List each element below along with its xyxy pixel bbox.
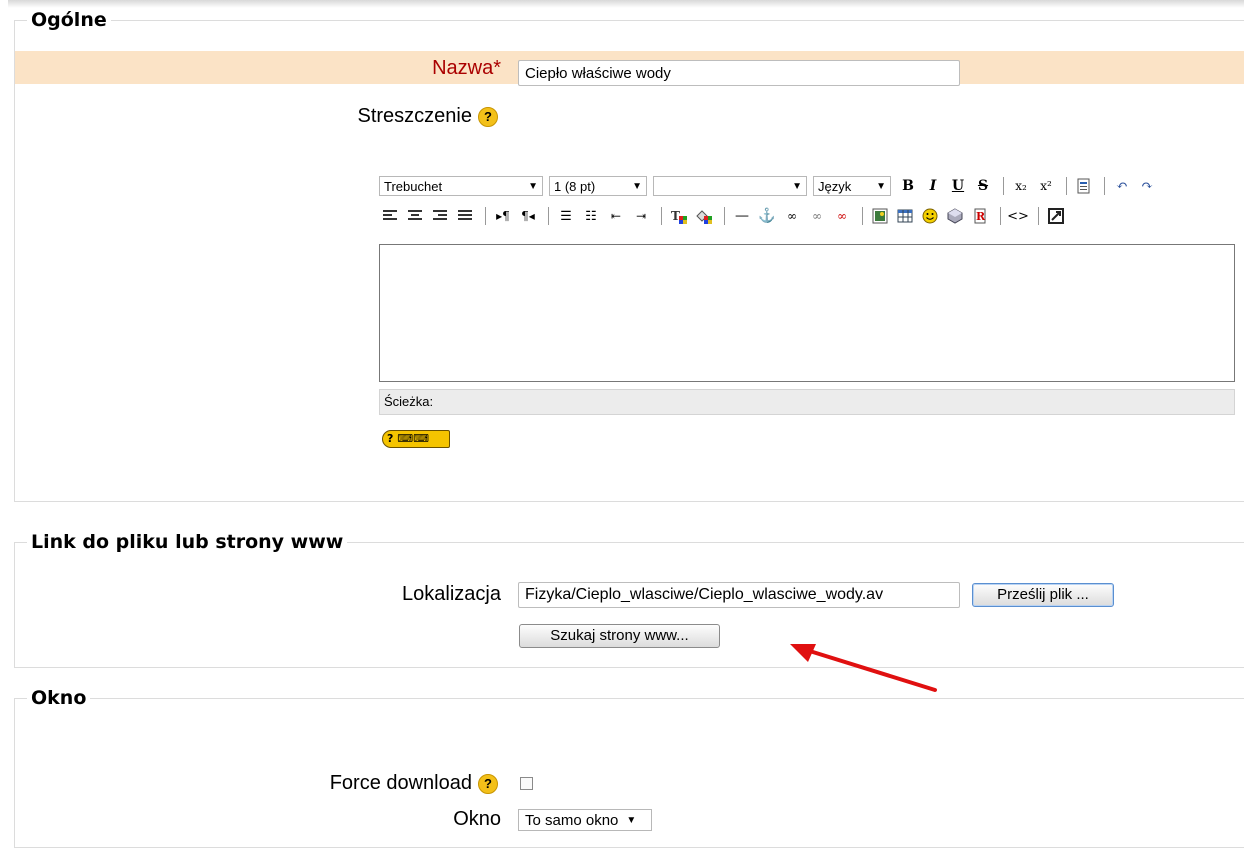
keyboard-icon[interactable]: ? ⌨⌨: [382, 430, 450, 448]
section-legend-general: Ogólne: [31, 9, 107, 31]
chevron-down-icon: ▼: [876, 180, 886, 192]
font-size-value: 1 (8 pt): [554, 178, 596, 194]
location-label-text: Lokalizacja: [402, 583, 501, 605]
language-value: Język: [818, 178, 852, 194]
anchor-icon[interactable]: ⚓: [756, 205, 778, 227]
search-replace-icon[interactable]: R: [969, 205, 991, 227]
summary-label-text: Streszczenie: [357, 105, 473, 127]
toolbar-separator: [548, 207, 549, 225]
section-legend-link: Link do pliku lub strony www: [31, 531, 344, 553]
editor-content-area[interactable]: [379, 244, 1235, 382]
smiley-icon[interactable]: [919, 205, 941, 227]
required-asterisk: *: [493, 57, 501, 79]
toolbar-separator: [1066, 177, 1067, 195]
rtl-icon[interactable]: ¶◂: [517, 205, 539, 227]
upload-file-button[interactable]: Prześlij plik ...: [972, 583, 1114, 607]
underline-icon[interactable]: U: [947, 175, 969, 197]
toolbar-separator: [1003, 177, 1004, 195]
search-web-button[interactable]: Szukaj strony www...: [519, 624, 720, 648]
strikethrough-icon[interactable]: S: [972, 175, 994, 197]
language-select[interactable]: Język ▼: [813, 176, 891, 196]
toolbar-row-2: ▸¶ ¶◂ ☰ ☷ ⇤ ⇥ T — ⚓ ∞ ∞ ∞ R <>: [379, 202, 1070, 230]
subscript-icon[interactable]: x₂: [1010, 175, 1032, 197]
format-select[interactable]: ▼: [653, 176, 807, 196]
upload-file-button-label: Prześlij plik ...: [997, 586, 1089, 603]
location-input[interactable]: [518, 582, 960, 608]
section-legend-window: Okno: [31, 687, 87, 709]
outdent-icon[interactable]: ⇤: [605, 205, 627, 227]
nolink-icon[interactable]: ∞: [831, 205, 853, 227]
font-family-value: Trebuchet: [384, 178, 443, 194]
force-download-checkbox[interactable]: [520, 777, 533, 790]
chevron-down-icon: ▼: [528, 180, 538, 192]
help-icon[interactable]: ?: [478, 773, 498, 794]
name-label-text: Nazwa: [432, 57, 494, 79]
toolbar-row-1: Trebuchet ▼ 1 (8 pt) ▼ ▼ Język ▼ B I U S x₂…: [379, 172, 1161, 200]
summary-label: Streszczenie?: [357, 105, 498, 128]
unordered-list-icon[interactable]: ☷: [580, 205, 602, 227]
horizontal-rule-icon[interactable]: —: [731, 205, 753, 227]
italic-icon[interactable]: I: [922, 175, 944, 197]
keyboard-help-text: ?: [387, 432, 394, 445]
window-label: Okno: [453, 808, 501, 831]
window-label-text: Okno: [453, 808, 501, 830]
indent-icon[interactable]: ⇥: [630, 205, 652, 227]
align-center-icon[interactable]: [404, 205, 426, 227]
editor-path-bar: Ścieżka:: [379, 389, 1235, 415]
chevron-down-icon: ▼: [632, 180, 642, 192]
toolbar-separator: [1000, 207, 1001, 225]
link-icon[interactable]: ∞: [781, 205, 803, 227]
path-label: Ścieżka:: [384, 394, 434, 409]
page-top-shadow: [8, 0, 1244, 8]
html-source-icon[interactable]: <>: [1007, 205, 1029, 227]
toolbar-separator: [485, 207, 486, 225]
location-label: Lokalizacja: [402, 583, 501, 606]
align-left-icon[interactable]: [379, 205, 401, 227]
image-icon[interactable]: [869, 205, 891, 227]
chevron-down-icon: ▼: [626, 814, 637, 826]
toolbar-separator: [1104, 177, 1105, 195]
search-web-button-label: Szukaj strony www...: [550, 627, 689, 644]
svg-text:T: T: [671, 209, 680, 223]
window-select[interactable]: To samo okno ▼: [518, 809, 652, 831]
font-family-select[interactable]: Trebuchet ▼: [379, 176, 543, 196]
name-label: Nazwa*: [432, 57, 501, 80]
bold-icon[interactable]: B: [897, 175, 919, 197]
svg-text:R: R: [976, 210, 986, 223]
paste-word-icon[interactable]: [1073, 175, 1095, 197]
unlink-icon[interactable]: ∞: [806, 205, 828, 227]
toolbar-separator: [862, 207, 863, 225]
text-color-icon[interactable]: T: [668, 205, 690, 227]
ordered-list-icon[interactable]: ☰: [555, 205, 577, 227]
justify-icon[interactable]: [454, 205, 476, 227]
redo-icon[interactable]: ↷: [1136, 175, 1158, 197]
window-select-value: To samo okno: [525, 811, 619, 829]
help-icon[interactable]: ?: [478, 106, 498, 127]
undo-icon[interactable]: ↶: [1111, 175, 1133, 197]
align-right-icon[interactable]: [429, 205, 451, 227]
force-download-label-text: Force download: [329, 772, 472, 794]
background-color-icon[interactable]: [693, 205, 715, 227]
special-char-icon[interactable]: [944, 205, 966, 227]
font-size-select[interactable]: 1 (8 pt) ▼: [549, 176, 647, 196]
toolbar-separator: [661, 207, 662, 225]
chevron-down-icon: ▼: [792, 180, 802, 192]
toolbar-separator: [724, 207, 725, 225]
force-download-label: Force download?: [330, 772, 498, 795]
toolbar-separator: [1038, 207, 1039, 225]
name-input[interactable]: [518, 60, 960, 86]
superscript-icon[interactable]: x²: [1035, 175, 1057, 197]
table-icon[interactable]: [894, 205, 916, 227]
fullscreen-icon[interactable]: [1045, 205, 1067, 227]
ltr-icon[interactable]: ▸¶: [492, 205, 514, 227]
